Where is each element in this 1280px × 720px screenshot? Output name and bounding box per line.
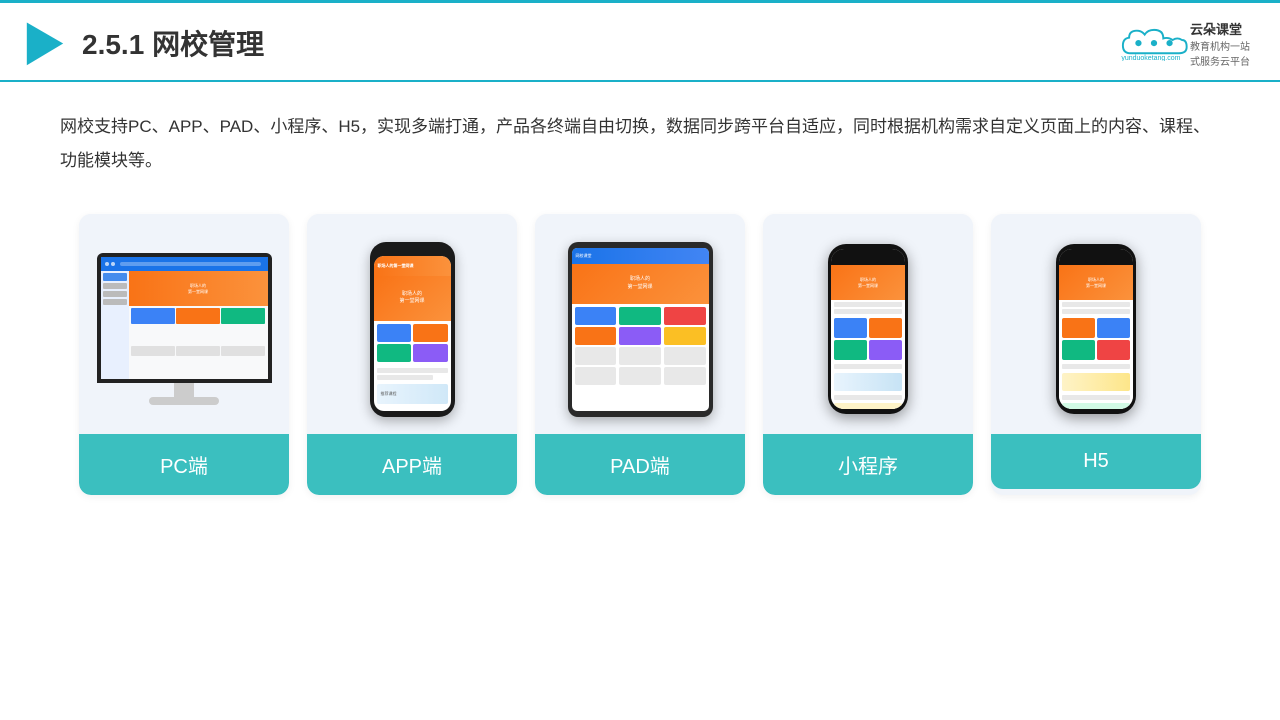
card-app: 职场人的第一堂网课 职场人的第一堂网课 <box>307 214 517 495</box>
page-title: 2.5.1 网校管理 <box>82 23 264 63</box>
card-pad-image: 网校课堂 职场人的第一堂网课 <box>535 214 745 434</box>
card-h5-image: 职场人的第一堂网课 <box>991 214 1201 434</box>
device-cards-container: 职场人的第一堂网课 <box>0 194 1280 525</box>
header-left: 2.5.1 网校管理 <box>20 18 264 68</box>
phone-notch-inner <box>1085 258 1107 263</box>
card-pad: 网校课堂 职场人的第一堂网课 <box>535 214 745 495</box>
brand-logo: yunduoketang.com 云朵课堂 教育机构一站 式服务云平台 <box>1114 19 1250 68</box>
pc-monitor-mockup: 职场人的第一堂网课 <box>97 253 272 405</box>
description-paragraph: 网校支持PC、APP、PAD、小程序、H5，实现多端打通，产品各终端自由切换，数… <box>60 110 1220 178</box>
card-pc-label: PC端 <box>79 434 289 495</box>
phone-notch-inner <box>857 258 879 263</box>
brand-slogan: 教育机构一站 式服务云平台 <box>1190 38 1250 68</box>
phone-notch <box>398 248 426 254</box>
svg-text:yunduoketang.com: yunduoketang.com <box>1121 55 1180 61</box>
section-number: 2.5.1 <box>82 29 144 60</box>
card-h5: 职场人的第一堂网课 <box>991 214 1201 495</box>
card-app-label: APP端 <box>307 434 517 495</box>
app-phone-mockup: 职场人的第一堂网课 职场人的第一堂网课 <box>370 242 455 417</box>
h5-phone-mockup: 职场人的第一堂网课 <box>1056 244 1136 414</box>
header: 2.5.1 网校管理 yunduoketang.com 云朵课堂 教育机构一站 … <box>0 0 1280 82</box>
card-pad-label: PAD端 <box>535 434 745 495</box>
card-miniapp: 职场人的第一堂网课 <box>763 214 973 495</box>
top-accent-line <box>0 0 1280 3</box>
card-pc-image: 职场人的第一堂网课 <box>79 214 289 434</box>
card-h5-label: H5 <box>991 434 1201 489</box>
nav-dot <box>111 262 115 266</box>
pad-tablet-mockup: 网校课堂 职场人的第一堂网课 <box>568 242 713 417</box>
card-miniapp-label: 小程序 <box>763 434 973 495</box>
miniapp-phone-mockup: 职场人的第一堂网课 <box>828 244 908 414</box>
card-miniapp-image: 职场人的第一堂网课 <box>763 214 973 434</box>
brand-icon: yunduoketang.com 云朵课堂 教育机构一站 式服务云平台 <box>1114 19 1250 68</box>
card-app-image: 职场人的第一堂网课 职场人的第一堂网课 <box>307 214 517 434</box>
nav-dot <box>105 262 109 266</box>
card-pc: 职场人的第一堂网课 <box>79 214 289 495</box>
brand-name: 云朵课堂 <box>1190 19 1242 38</box>
title-text: 网校管理 <box>152 29 264 60</box>
description-text: 网校支持PC、APP、PAD、小程序、H5，实现多端打通，产品各终端自由切换，数… <box>0 82 1280 194</box>
play-logo-icon <box>20 18 70 68</box>
